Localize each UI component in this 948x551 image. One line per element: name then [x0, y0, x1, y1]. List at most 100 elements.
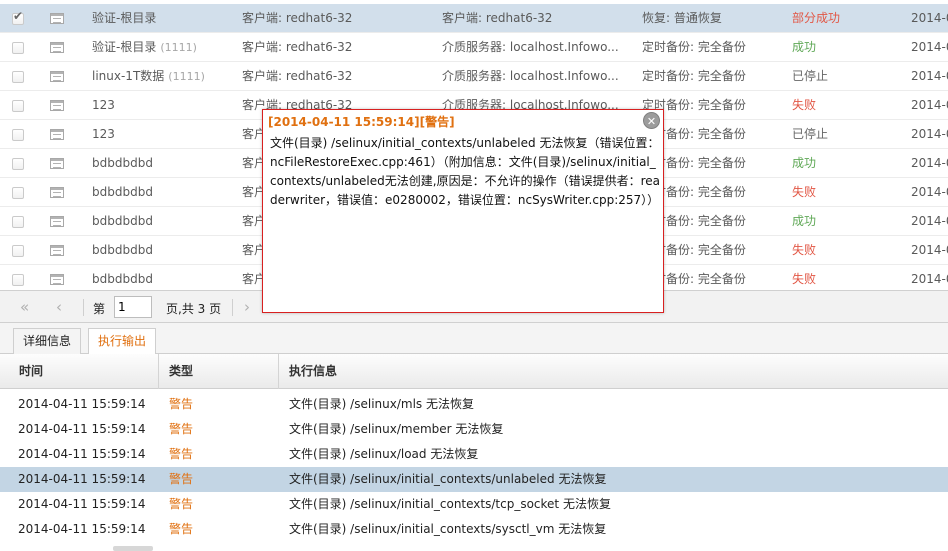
log-level: 警告	[169, 422, 194, 436]
job-client: 客户端: redhat6-32	[242, 69, 353, 83]
column-divider	[278, 354, 279, 389]
job-row[interactable]: linux-1T数据 (1111) 客户端: redhat6-32 介质服务器: lo…	[0, 62, 948, 91]
job-type: 定时备份: 完全备份	[642, 40, 746, 54]
job-name-cell: 验证-根目录	[92, 4, 240, 32]
log-row[interactable]: 2014-04-11 15:59:14 警告 文件(目录) /selinux/ini…	[0, 492, 948, 517]
job-name-cell: linux-1T数据 (1111)	[92, 62, 240, 90]
log-time: 2014-04-11 15:59:14	[18, 472, 146, 486]
log-row[interactable]: 2014-04-11 15:59:14 警告 文件(目录) /selinux/ini…	[0, 467, 948, 492]
job-type: 定时备份: 完全备份	[642, 185, 746, 199]
row-checkbox[interactable]	[12, 187, 24, 199]
job-name-cell: 123	[92, 91, 240, 119]
job-type: 恢复: 普通恢复	[642, 11, 722, 25]
log-message: 文件(目录) /selinux/member 无法恢复	[289, 422, 504, 436]
row-checkbox[interactable]	[12, 100, 24, 112]
job-date: 2014-0	[911, 40, 948, 54]
job-date: 2014-0	[911, 185, 948, 199]
job-name: 验证-根目录	[92, 40, 157, 54]
row-checkbox[interactable]	[12, 274, 24, 286]
close-icon[interactable]: ✕	[643, 112, 660, 129]
column-header-message[interactable]: 执行信息	[289, 354, 337, 389]
log-message: 文件(目录) /selinux/load 无法恢复	[289, 447, 479, 461]
log-level: 警告	[169, 472, 194, 486]
job-name: bdbdbdbd	[92, 214, 153, 228]
job-date: 2014-0	[911, 156, 948, 170]
job-type: 定时备份: 完全备份	[642, 127, 746, 141]
job-status: 失败	[792, 272, 817, 286]
job-status: 已停止	[792, 127, 829, 141]
job-row[interactable]: 验证-根目录 (1111) 客户端: redhat6-32 介质服务器: localh…	[0, 33, 948, 62]
page-total-label: 页,共 3 页	[166, 302, 222, 316]
job-type-icon	[50, 158, 64, 169]
log-row[interactable]: 2014-04-11 15:59:14 警告 文件(目录) /selinux/ini…	[0, 517, 948, 542]
job-client: 客户端: redhat6-32	[242, 40, 353, 54]
job-server: 介质服务器: localhost.Infowo...	[442, 69, 619, 83]
column-header-time[interactable]: 时间	[19, 354, 43, 389]
job-status: 成功	[792, 40, 817, 54]
log-row[interactable]: 2014-04-11 15:59:14 警告 文件(目录) /selinux/mem…	[0, 417, 948, 442]
job-count: (1111)	[160, 41, 197, 54]
log-message: 文件(目录) /selinux/initial_contexts/sysctl_…	[289, 522, 607, 536]
job-type: 定时备份: 完全备份	[642, 69, 746, 83]
job-count: (1111)	[168, 70, 205, 83]
job-type-icon	[50, 13, 64, 24]
first-page-icon[interactable]: «	[20, 299, 29, 315]
row-checkbox[interactable]	[12, 9, 24, 25]
row-checkbox[interactable]	[12, 42, 24, 54]
job-date: 2014-0	[911, 214, 948, 228]
job-status: 失败	[792, 243, 817, 257]
job-row[interactable]: 验证-根目录 客户端: redhat6-32 客户端: redhat6-32 恢复: …	[0, 4, 948, 33]
job-type-icon	[50, 187, 64, 198]
log-table-body: 2014-04-11 15:59:14 警告 文件(目录) /selinux/mls…	[0, 392, 948, 551]
pager-divider	[83, 299, 84, 316]
job-status: 已停止	[792, 69, 829, 83]
job-type-icon	[50, 129, 64, 140]
job-type-icon	[50, 216, 64, 227]
job-server: 客户端: redhat6-32	[442, 11, 553, 25]
row-checkbox[interactable]	[12, 129, 24, 141]
job-name-cell: bdbdbdbd	[92, 265, 240, 290]
prev-page-icon[interactable]: ‹	[56, 299, 62, 315]
log-time: 2014-04-11 15:59:14	[18, 497, 146, 511]
job-status: 失败	[792, 185, 817, 199]
job-type-icon	[50, 100, 64, 111]
popup-message: 文件(目录) /selinux/initial_contexts/unlabel…	[270, 136, 660, 207]
next-page-icon[interactable]: ›	[244, 299, 250, 315]
row-checkbox[interactable]	[12, 71, 24, 83]
horizontal-scrollbar[interactable]	[113, 546, 153, 551]
job-name: 123	[92, 127, 115, 141]
job-name-cell: bdbdbdbd	[92, 149, 240, 177]
job-type-icon	[50, 71, 64, 82]
job-status: 成功	[792, 156, 817, 170]
page-number-input[interactable]	[114, 296, 152, 318]
row-checkbox[interactable]	[12, 158, 24, 170]
job-status: 失败	[792, 98, 817, 112]
job-name-cell: bdbdbdbd	[92, 236, 240, 264]
log-time: 2014-04-11 15:59:14	[18, 422, 146, 436]
job-date: 2014-0	[911, 69, 948, 83]
tab-execution-output[interactable]: 执行输出	[88, 328, 157, 355]
column-header-type[interactable]: 类型	[169, 354, 193, 389]
job-name-cell: 123	[92, 120, 240, 148]
log-message: 文件(目录) /selinux/initial_contexts/unlabel…	[289, 472, 607, 486]
log-row[interactable]: 2014-04-11 15:59:14 警告 文件(目录) /selinux/loa…	[0, 442, 948, 467]
job-status: 成功	[792, 214, 817, 228]
job-type-icon	[50, 274, 64, 285]
row-checkbox[interactable]	[12, 216, 24, 228]
job-name: bdbdbdbd	[92, 185, 153, 199]
log-message: 文件(目录) /selinux/mls 无法恢复	[289, 397, 474, 411]
job-name-cell: bdbdbdbd	[92, 178, 240, 206]
pager-divider	[232, 299, 233, 316]
job-name-cell: 验证-根目录 (1111)	[92, 33, 240, 61]
job-status: 部分成功	[792, 11, 841, 25]
log-level: 警告	[169, 397, 194, 411]
job-name: bdbdbdbd	[92, 156, 153, 170]
detail-tabs: 详细信息 执行输出	[0, 323, 948, 355]
column-divider	[158, 354, 159, 389]
row-checkbox[interactable]	[12, 245, 24, 257]
log-row[interactable]: 2014-04-11 15:59:14 警告 文件(目录) /selinux/mls…	[0, 392, 948, 417]
job-date: 2014-0	[911, 272, 948, 286]
tab-details[interactable]: 详细信息	[13, 328, 82, 354]
job-name: 123	[92, 98, 115, 112]
job-type: 定时备份: 完全备份	[642, 272, 746, 286]
